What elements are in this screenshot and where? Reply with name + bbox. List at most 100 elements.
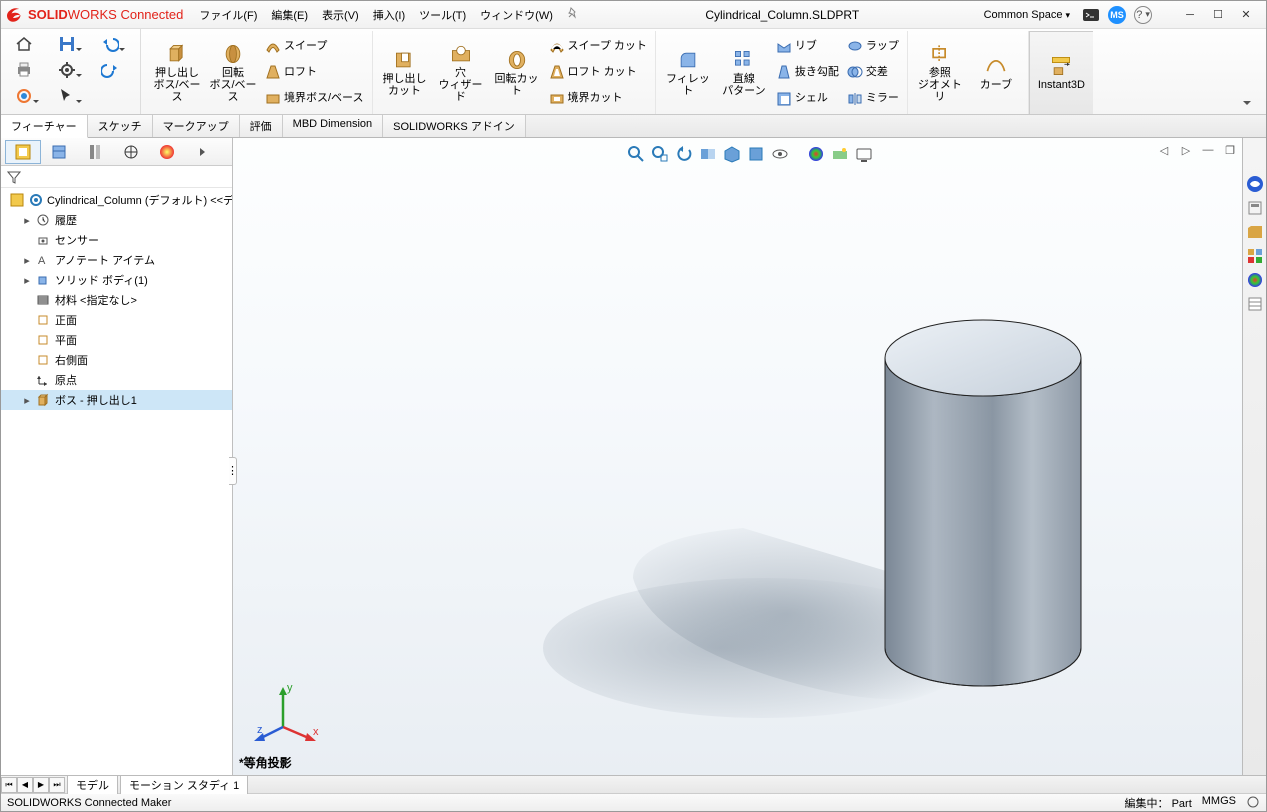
print-button[interactable] <box>7 59 41 81</box>
tab-mbd[interactable]: MBD Dimension <box>283 115 383 137</box>
tree-material[interactable]: 材料 <指定なし> <box>1 290 232 310</box>
search-command-icon[interactable] <box>1082 6 1100 24</box>
help-button[interactable]: ? <box>1134 6 1152 24</box>
tree-boss-extrude1[interactable]: ▸ボス - 押し出し1 <box>1 390 232 410</box>
tree-filter[interactable] <box>1 166 232 188</box>
reference-geometry-button[interactable]: 参照 ジオメトリ <box>914 33 966 112</box>
menu-edit[interactable]: 編集(E) <box>265 4 314 26</box>
menu-file[interactable]: ファイル(F) <box>193 4 263 26</box>
options-button[interactable] <box>50 59 84 81</box>
tab-feature[interactable]: フィーチャー <box>1 115 88 138</box>
resources-icon[interactable] <box>1245 198 1265 218</box>
previous-view-icon[interactable] <box>674 144 694 164</box>
view-orientation-icon[interactable] <box>722 144 742 164</box>
tree-right-plane[interactable]: 右側面 <box>1 350 232 370</box>
custom-properties-icon[interactable] <box>1245 294 1265 314</box>
window-maximize-button[interactable]: ☐ <box>1204 5 1232 25</box>
status-custom-icon[interactable] <box>1246 795 1260 811</box>
lofted-cut-button[interactable]: ロフト カット <box>547 63 649 81</box>
view-palette-icon[interactable] <box>1245 246 1265 266</box>
extruded-boss-button[interactable]: 押し出し ボス/ベース <box>151 33 203 112</box>
fillet-button[interactable]: フィレット <box>662 33 714 112</box>
swept-boss-button[interactable]: スイープ <box>263 37 366 55</box>
ribbon-expand-icon[interactable] <box>1232 92 1262 114</box>
display-style-icon[interactable] <box>746 144 766 164</box>
tree-origin[interactable]: 原点 <box>1 370 232 390</box>
graphics-viewport[interactable]: ◁ ▷ — ❐ ✕ <box>233 138 1266 775</box>
select-button[interactable] <box>50 85 84 107</box>
tab-addins[interactable]: SOLIDWORKS アドイン <box>383 115 526 137</box>
window-minimize-button[interactable]: ─ <box>1176 5 1204 25</box>
view-settings-icon[interactable] <box>854 144 874 164</box>
undo-button[interactable] <box>93 33 127 55</box>
tab-motion-study[interactable]: モーション スタディ 1 <box>120 775 248 794</box>
rib-button[interactable]: リブ <box>774 37 841 55</box>
extruded-cut-button[interactable]: 押し出し カット <box>379 33 431 112</box>
boundary-cut-button[interactable]: 境界カット <box>547 90 649 108</box>
tab-sketch[interactable]: スケッチ <box>88 115 153 137</box>
display-tab-icon[interactable] <box>149 140 185 164</box>
home-button[interactable] <box>7 33 41 55</box>
linear-pattern-button[interactable]: 直線 パターン <box>718 33 770 112</box>
menu-pin-icon[interactable] <box>561 4 585 26</box>
window-close-button[interactable]: ✕ <box>1232 5 1260 25</box>
instant3d-button[interactable]: Instant3D <box>1029 31 1093 114</box>
boundary-boss-button[interactable]: 境界ボス/ベース <box>263 90 366 108</box>
dimxpert-tab-icon[interactable] <box>113 140 149 164</box>
doc-minimize-icon[interactable]: — <box>1200 142 1216 158</box>
curves-button[interactable]: カーブ <box>970 33 1022 112</box>
rebuild-button[interactable] <box>7 85 41 107</box>
doc-restore-icon[interactable]: ❐ <box>1222 142 1238 158</box>
tab-evaluate[interactable]: 評価 <box>240 115 283 137</box>
menu-insert[interactable]: 挿入(I) <box>367 4 411 26</box>
panel-more-icon[interactable] <box>185 140 221 164</box>
panel-splitter-handle[interactable]: ⋮ <box>229 457 237 485</box>
tree-solid-bodies[interactable]: ▸ソリッド ボディ(1) <box>1 270 232 290</box>
edit-appearance-icon[interactable] <box>806 144 826 164</box>
config-tab-icon[interactable] <box>77 140 113 164</box>
intersect-button[interactable]: 交差 <box>845 63 901 81</box>
zoom-area-icon[interactable] <box>650 144 670 164</box>
doc-next-icon[interactable]: ▷ <box>1178 142 1194 158</box>
tab-model[interactable]: モデル <box>67 775 118 794</box>
section-view-icon[interactable] <box>698 144 718 164</box>
shell-button[interactable]: シェル <box>774 90 841 108</box>
tab-nav-prev[interactable]: ◀ <box>17 777 33 793</box>
design-library-icon[interactable] <box>1245 222 1265 242</box>
tree-root[interactable]: Cylindrical_Column (デフォルト) <<デ <box>1 190 232 210</box>
menu-tools[interactable]: ツール(T) <box>413 4 472 26</box>
tree-history[interactable]: ▸履歴 <box>1 210 232 230</box>
3dexperience-icon[interactable] <box>1245 174 1265 194</box>
tab-nav-first[interactable]: ⏮ <box>1 777 17 793</box>
tree-top-plane[interactable]: 平面 <box>1 330 232 350</box>
tree-front-plane[interactable]: 正面 <box>1 310 232 330</box>
feature-tree-tab-icon[interactable] <box>5 140 41 164</box>
hide-show-icon[interactable] <box>770 144 790 164</box>
wrap-button[interactable]: ラップ <box>845 37 901 55</box>
draft-button[interactable]: 抜き勾配 <box>774 63 841 81</box>
tab-markup[interactable]: マークアップ <box>153 115 240 137</box>
lofted-boss-button[interactable]: ロフト <box>263 63 366 81</box>
swept-cut-button[interactable]: スイープ カット <box>547 37 649 55</box>
hole-wizard-button[interactable]: 穴 ウィザード <box>435 33 487 112</box>
tree-sensors[interactable]: センサー <box>1 230 232 250</box>
cylinder-model[interactable] <box>513 218 1213 738</box>
save-button[interactable] <box>50 33 84 55</box>
apply-scene-icon[interactable] <box>830 144 850 164</box>
zoom-fit-icon[interactable] <box>626 144 646 164</box>
revolved-boss-button[interactable]: 回転 ボス/ベース <box>207 33 259 112</box>
status-units[interactable]: MMGS <box>1202 795 1236 811</box>
menu-window[interactable]: ウィンドウ(W) <box>474 4 559 26</box>
doc-prev-icon[interactable]: ◁ <box>1156 142 1172 158</box>
workspace-selector[interactable]: Common Space <box>980 7 1074 23</box>
revolved-cut-button[interactable]: 回転カット <box>491 33 543 112</box>
tree-annotations[interactable]: ▸Aアノテート アイテム <box>1 250 232 270</box>
redo-button[interactable] <box>93 59 127 81</box>
menu-view[interactable]: 表示(V) <box>316 4 365 26</box>
view-triad[interactable]: y x z <box>253 677 323 747</box>
tab-nav-next[interactable]: ▶ <box>33 777 49 793</box>
mirror-button[interactable]: ミラー <box>845 90 901 108</box>
property-tab-icon[interactable] <box>41 140 77 164</box>
user-avatar[interactable]: MS <box>1108 6 1126 24</box>
tab-nav-last[interactable]: ⏭ <box>49 777 65 793</box>
